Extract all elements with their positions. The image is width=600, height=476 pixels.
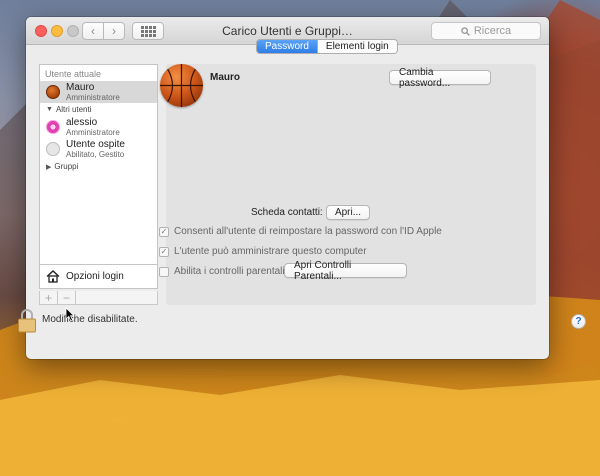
add-user-button[interactable]: + <box>40 291 58 305</box>
user-name: Utente ospite <box>66 138 125 150</box>
flower-avatar-icon <box>46 120 60 134</box>
search-field[interactable]: Ricerca <box>431 22 541 40</box>
disclosure-triangle-open-icon: ▼ <box>46 106 53 113</box>
lock-status-text: Modifiche disabilitate. <box>42 314 138 325</box>
tab-password[interactable]: Password <box>257 40 317 53</box>
open-parental-controls-button[interactable]: Apri Controlli Parentali... <box>284 260 407 282</box>
house-icon <box>46 270 60 283</box>
user-name: alessio <box>66 116 98 128</box>
login-options-item[interactable]: Opzioni login <box>40 264 157 288</box>
user-name: Mauro <box>66 81 95 93</box>
reset-password-checkbox[interactable]: ✓ <box>159 226 169 237</box>
user-item-alessio[interactable]: alessio Amministratore <box>40 116 157 138</box>
mouse-pointer-icon <box>65 307 75 322</box>
remove-user-button[interactable]: − <box>58 291 76 305</box>
selected-user-name: Mauro <box>210 72 240 83</box>
parental-controls-checkbox[interactable] <box>159 266 169 277</box>
tab-bar: Password Elementi login <box>256 39 398 54</box>
user-item-mauro[interactable]: Mauro Amministratore <box>40 81 157 103</box>
admin-label: L'utente può amministrare questo compute… <box>174 246 367 257</box>
basketball-avatar-icon <box>46 85 60 99</box>
user-item-guest[interactable]: Utente ospite Abilitato, Gestito <box>40 138 157 160</box>
reset-password-label: Consenti all'utente di reimpostare la pa… <box>174 226 442 237</box>
login-options-label: Opzioni login <box>66 271 124 282</box>
other-users-header[interactable]: ▼ Altri utenti <box>40 103 157 116</box>
current-user-header: Utente attuale <box>45 69 102 79</box>
user-role: Amministratore <box>66 92 120 102</box>
contact-card-label: Scheda contatti: <box>251 207 323 218</box>
user-picture[interactable] <box>160 64 203 107</box>
admin-checkbox[interactable]: ✓ <box>159 246 169 257</box>
search-icon <box>461 26 470 36</box>
change-password-button[interactable]: Cambia password... <box>389 67 491 89</box>
parental-controls-row: Abilita i controlli parentali <box>159 266 285 277</box>
help-button[interactable]: ? <box>571 314 586 329</box>
reset-password-apple-id-row: ✓ Consenti all'utente di reimpostare la … <box>159 226 442 237</box>
guest-avatar-icon <box>46 142 60 156</box>
tab-login-items[interactable]: Elementi login <box>316 40 397 53</box>
search-placeholder: Ricerca <box>473 25 512 37</box>
groups-header[interactable]: ▶ Gruppi <box>40 160 157 173</box>
user-role: Amministratore <box>66 127 120 137</box>
user-list: Utente attuale Mauro Amministratore ▼ Al… <box>39 64 158 289</box>
lock-icon[interactable] <box>17 308 37 334</box>
admin-row: ✓ L'utente può amministrare questo compu… <box>159 246 367 257</box>
parental-controls-label: Abilita i controlli parentali <box>174 266 285 277</box>
user-role: Abilitato, Gestito <box>66 149 125 159</box>
basketball-icon <box>160 64 203 107</box>
add-remove-bar: + − <box>39 291 158 305</box>
disclosure-triangle-closed-icon: ▶ <box>46 163 52 171</box>
open-contact-button[interactable]: Apri... <box>326 205 370 220</box>
